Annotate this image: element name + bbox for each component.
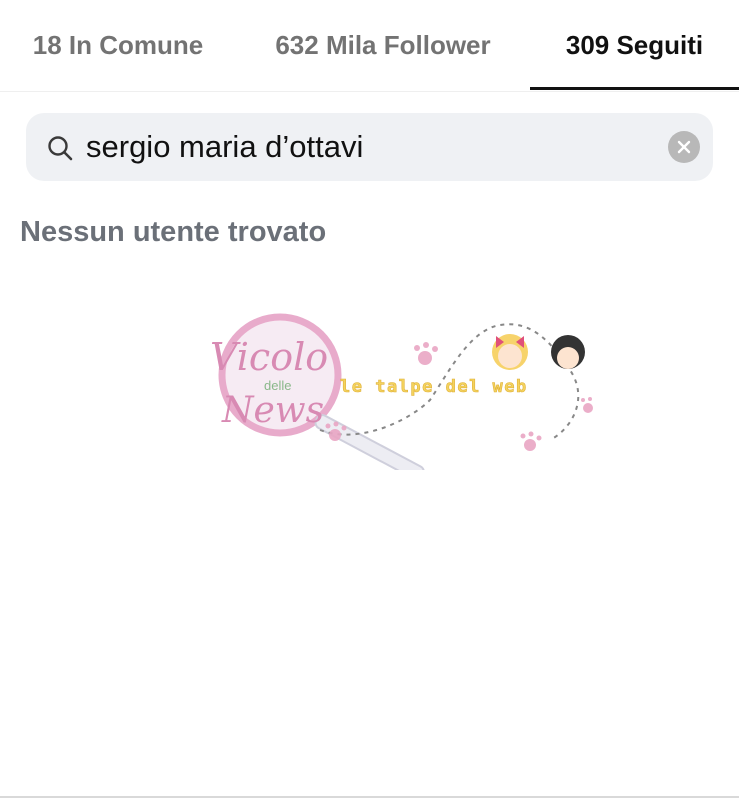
- tab-followers-label: 632 Mila Follower: [275, 30, 491, 60]
- watermark-text-3: News: [221, 390, 324, 431]
- empty-results-message: Nessun utente trovato: [20, 216, 327, 248]
- search-icon: [48, 136, 73, 161]
- tab-bar: 18 In Comune 632 Mila Follower 309 Segui…: [0, 0, 739, 92]
- tab-followers[interactable]: 632 Mila Follower: [236, 0, 530, 91]
- clear-search-button[interactable]: [668, 131, 700, 163]
- tab-following-label: 309 Seguiti: [565, 30, 704, 60]
- close-icon: [677, 140, 691, 154]
- active-tab-indicator: [530, 87, 739, 90]
- bottom-divider: [0, 796, 739, 798]
- watermark-logo: Vicolo delle News le talpe del web: [210, 313, 593, 470]
- search-input[interactable]: [86, 125, 646, 169]
- watermark-tagline: le talpe del web: [340, 377, 528, 397]
- tab-following[interactable]: 309 Seguiti: [530, 0, 739, 91]
- search-bar[interactable]: [26, 113, 713, 181]
- watermark-text-1: Vicolo: [210, 335, 328, 379]
- tab-mutual-label: 18 In Comune: [32, 30, 204, 60]
- tab-mutual[interactable]: 18 In Comune: [0, 0, 236, 91]
